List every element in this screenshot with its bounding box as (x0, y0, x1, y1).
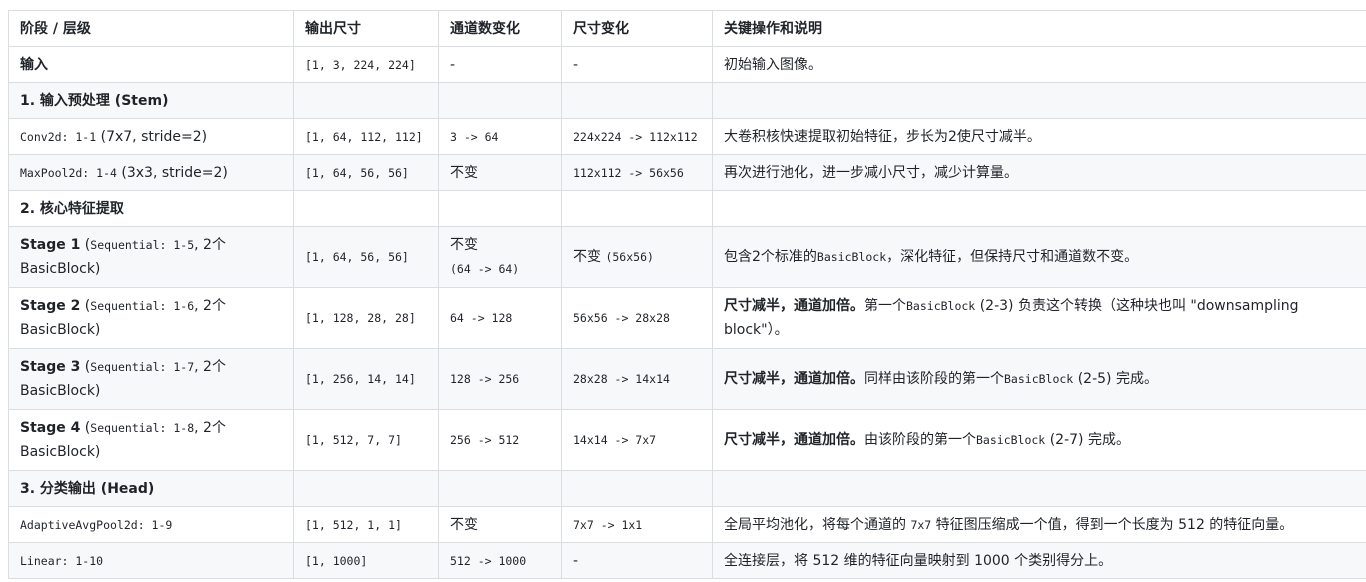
cell-stage: Linear: 1-10 (8, 542, 294, 579)
table-header-row: 阶段 / 层级 输出尺寸 通道数变化 尺寸变化 关键操作和说明 (8, 10, 1366, 47)
section-title: 2. 核心特征提取 (8, 190, 294, 227)
cell-channels: 不变 (438, 506, 562, 543)
table-row-stage2: Stage 2 (Sequential: 1-6, 2个 BasicBlock)… (8, 287, 1366, 349)
table-row-maxpool: MaxPool2d: 1-4 (3x3, stride=2) [1, 64, 5… (8, 154, 1366, 191)
cell-shape: [1, 64, 112, 112] (293, 118, 439, 155)
cell-size: 不变 (56x56) (561, 226, 713, 288)
cell-desc: 尺寸减半，通道加倍。由该阶段的第一个BasicBlock (2-7) 完成。 (712, 409, 1366, 471)
cell-channels: 128 -> 256 (438, 348, 562, 410)
cell-channels: 不变 (64 -> 64) (438, 226, 562, 288)
table-row-conv: Conv2d: 1-1 (7x7, stride=2) [1, 64, 112,… (8, 118, 1366, 155)
cell-shape: [1, 512, 7, 7] (293, 409, 439, 471)
cell-channels: 3 -> 64 (438, 118, 562, 155)
table-row-avgpool: AdaptiveAvgPool2d: 1-9 [1, 512, 1, 1] 不变… (8, 506, 1366, 543)
cell-shape: [1, 1000] (293, 542, 439, 579)
cell-desc: 包含2个标准的BasicBlock，深化特征，但保持尺寸和通道数不变。 (712, 226, 1366, 288)
header-output-shape: 输出尺寸 (293, 10, 439, 47)
cell-desc: 再次进行池化，进一步减小尺寸，减少计算量。 (712, 154, 1366, 191)
cell-channels: 256 -> 512 (438, 409, 562, 471)
cell-channels: 512 -> 1000 (438, 542, 562, 579)
cell-desc: 全连接层，将 512 维的特征向量映射到 1000 个类别得分上。 (712, 542, 1366, 579)
cell-size: 224x224 -> 112x112 (561, 118, 713, 155)
section-row-features: 2. 核心特征提取 (8, 190, 1366, 227)
table-row-stage3: Stage 3 (Sequential: 1-7, 2个 BasicBlock)… (8, 348, 1366, 410)
table-row-linear: Linear: 1-10 [1, 1000] 512 -> 1000 - 全连接… (8, 542, 1366, 579)
table-row-stage1: Stage 1 (Sequential: 1-5, 2个 BasicBlock)… (8, 226, 1366, 288)
section-title: 3. 分类输出 (Head) (8, 470, 294, 507)
table-row-stage4: Stage 4 (Sequential: 1-8, 2个 BasicBlock)… (8, 409, 1366, 471)
section-row-stem: 1. 输入预处理 (Stem) (8, 82, 1366, 119)
cell-desc: 初始输入图像。 (712, 46, 1366, 83)
header-stage: 阶段 / 层级 (8, 10, 294, 47)
cell-stage: Stage 3 (Sequential: 1-7, 2个 BasicBlock) (8, 348, 294, 410)
cell-shape: [1, 64, 56, 56] (293, 154, 439, 191)
layer-table-container: 阶段 / 层级 输出尺寸 通道数变化 尺寸变化 关键操作和说明 输入 [1, 3… (8, 10, 1366, 579)
cell-stage: MaxPool2d: 1-4 (3x3, stride=2) (8, 154, 294, 191)
cell-desc: 大卷积核快速提取初始特征，步长为2使尺寸减半。 (712, 118, 1366, 155)
cell-stage: AdaptiveAvgPool2d: 1-9 (8, 506, 294, 543)
cell-stage: Stage 2 (Sequential: 1-6, 2个 BasicBlock) (8, 287, 294, 349)
header-channel-change: 通道数变化 (438, 10, 562, 47)
section-title: 1. 输入预处理 (Stem) (8, 82, 294, 119)
layer-code: AdaptiveAvgPool2d: 1-9 (20, 517, 173, 532)
section-row-head: 3. 分类输出 (Head) (8, 470, 1366, 507)
cell-shape: [1, 256, 14, 14] (293, 348, 439, 410)
cell-shape: [1, 512, 1, 1] (293, 506, 439, 543)
cell-desc: 尺寸减半，通道加倍。同样由该阶段的第一个BasicBlock (2-5) 完成。 (712, 348, 1366, 410)
cell-size: 28x28 -> 14x14 (561, 348, 713, 410)
layer-code: Linear: 1-10 (20, 553, 104, 568)
cell-stage: 输入 (8, 46, 294, 83)
table-row-input: 输入 [1, 3, 224, 224] - - 初始输入图像。 (8, 46, 1366, 83)
cell-size: 14x14 -> 7x7 (561, 409, 713, 471)
cell-stage: Stage 4 (Sequential: 1-8, 2个 BasicBlock) (8, 409, 294, 471)
layer-code: Conv2d: 1-1 (20, 129, 97, 144)
cell-channels: - (438, 46, 562, 83)
cell-channels: 不变 (438, 154, 562, 191)
cell-desc: 全局平均池化，将每个通道的 7x7 特征图压缩成一个值，得到一个长度为 512 … (712, 506, 1366, 543)
cell-shape: [1, 64, 56, 56] (293, 226, 439, 288)
header-description: 关键操作和说明 (712, 10, 1366, 47)
cell-desc: 尺寸减半，通道加倍。第一个BasicBlock (2-3) 负责这个转换（这种块… (712, 287, 1366, 349)
cell-size: - (561, 46, 713, 83)
cell-shape: [1, 128, 28, 28] (293, 287, 439, 349)
cell-stage: Conv2d: 1-1 (7x7, stride=2) (8, 118, 294, 155)
cell-stage: Stage 1 (Sequential: 1-5, 2个 BasicBlock) (8, 226, 294, 288)
header-size-change: 尺寸变化 (561, 10, 713, 47)
layer-code: MaxPool2d: 1-4 (20, 165, 117, 180)
cell-size: 112x112 -> 56x56 (561, 154, 713, 191)
cell-shape: [1, 3, 224, 224] (293, 46, 439, 83)
resnet-layer-table: 阶段 / 层级 输出尺寸 通道数变化 尺寸变化 关键操作和说明 输入 [1, 3… (8, 10, 1366, 579)
cell-size: - (561, 542, 713, 579)
cell-channels: 64 -> 128 (438, 287, 562, 349)
cell-size: 7x7 -> 1x1 (561, 506, 713, 543)
cell-size: 56x56 -> 28x28 (561, 287, 713, 349)
